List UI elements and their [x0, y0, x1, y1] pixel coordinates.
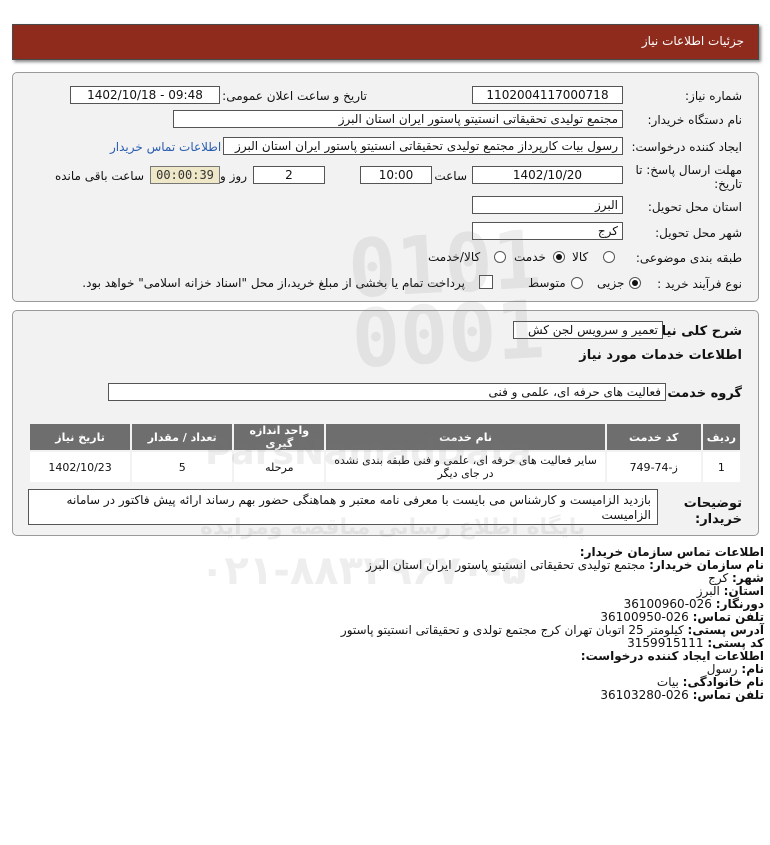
description-label-buyer: خریدار: — [695, 512, 742, 527]
contact-postal-value: 3159915111 — [627, 636, 704, 650]
contact-phone-label: تلفن تماس: — [692, 610, 764, 624]
category-radio-service[interactable] — [553, 251, 565, 263]
contact-address-value: کیلومتر 25 اتوبان تهران کرج مجتمع تولدی … — [340, 623, 684, 637]
need-number-field: 1102004117000718 — [472, 86, 623, 104]
watermark-phone: ۰۲۱-۸۸۳۴۹۶۷۰-۵ — [200, 548, 527, 594]
province-field: البرز — [472, 196, 623, 214]
watermark-logo: 0101 0001 — [345, 213, 547, 386]
page-title: جزئیات اطلاعات نیاز — [641, 34, 744, 48]
creator-first-value: رسول — [706, 662, 738, 676]
cell-date: 1402/10/23 — [27, 450, 133, 484]
contact-address-label: آدرس پستی: — [687, 623, 764, 637]
buyer-contact-link[interactable]: اطلاعات تماس خریدار — [110, 140, 221, 154]
contact-org-label: نام سازمان خریدار: — [649, 558, 764, 572]
creator-field: رسول بیات کارپرداز مجتمع تولیدی تحقیقاتی… — [223, 137, 623, 155]
contact-province-value: البرز — [696, 584, 720, 598]
service-group-label: گروه خدمت: — [662, 386, 742, 401]
category-goods-label: کالا — [572, 250, 589, 264]
creator-last-value: بیات — [656, 675, 679, 689]
days-label: روز و — [220, 169, 247, 183]
remaining-timer: 00:00:39 — [150, 166, 220, 184]
deadline-label: مهلت ارسال پاسخ: تا — [635, 163, 742, 177]
category-radio-goods[interactable] — [603, 251, 615, 263]
buyer-label: نام دستگاه خریدار: — [647, 113, 743, 127]
col-code: کد خدمت — [604, 422, 703, 452]
services-heading: اطلاعات خدمات مورد نیاز — [579, 348, 742, 363]
process-minor-label: جزیی — [597, 276, 625, 290]
cell-row: 1 — [700, 450, 743, 484]
deadline-label-date: تاریخ: — [714, 177, 742, 191]
service-group-field: فعالیت های حرفه ای، علمی و فنی — [108, 383, 666, 401]
time-label: ساعت — [434, 169, 467, 183]
contact-postal-label: کد پستی: — [707, 636, 764, 650]
creator-last-label: نام خانوادگی: — [682, 675, 764, 689]
contact-title: اطلاعات تماس سازمان خریدار: — [579, 545, 764, 559]
contact-city-value: کرج — [708, 571, 729, 585]
contact-province-label: استان: — [723, 584, 764, 598]
process-label: نوع فرآیند خرید : — [657, 277, 742, 291]
contact-city-label: شهر: — [732, 571, 764, 585]
category-label: طبقه بندی موضوعی: — [635, 251, 742, 265]
creator-title: اطلاعات ایجاد کننده درخواست: — [580, 649, 764, 663]
days-field: 2 — [253, 166, 325, 184]
deadline-time-field: 10:00 — [360, 166, 432, 184]
remaining-label: ساعت باقی مانده — [54, 169, 144, 183]
process-radio-medium[interactable] — [571, 277, 583, 289]
process-radio-minor[interactable] — [629, 277, 641, 289]
announce-label: تاریخ و ساعت اعلان عمومی: — [222, 89, 367, 103]
contact-phone-value: 026-36100950 — [600, 610, 689, 624]
contact-fax-label: دورنگار: — [715, 597, 764, 611]
need-number-label: شماره نیاز: — [685, 89, 742, 103]
creator-label: ایجاد کننده درخواست: — [631, 140, 742, 154]
cell-code: ز-74-749 — [604, 450, 703, 484]
page-header: جزئیات اطلاعات نیاز — [12, 24, 759, 60]
buyer-field: مجتمع تولیدی تحقیقاتی انستیتو پاستور ایر… — [173, 110, 623, 128]
announce-field: 1402/10/18 - 09:48 — [70, 86, 220, 104]
watermark-line: پایگاه اطلاع رسانی مناقصه ومزایده — [200, 515, 586, 540]
description-label: توضیحات — [683, 496, 742, 511]
watermark-brand: ParsNamadData — [205, 432, 532, 473]
deadline-date-field: 1402/10/20 — [472, 166, 623, 184]
contact-fax-value: 026-36100960 — [623, 597, 712, 611]
creator-phone-value: 026-36103280 — [600, 688, 689, 702]
creator-first-label: نام: — [741, 662, 764, 676]
province-label: استان محل تحویل: — [647, 200, 742, 214]
creator-phone-label: تلفن تماس: — [692, 688, 764, 702]
col-date: تاریخ نیاز — [27, 422, 133, 452]
col-row: ردیف — [700, 422, 743, 452]
city-label: شهر محل تحویل: — [655, 226, 742, 240]
